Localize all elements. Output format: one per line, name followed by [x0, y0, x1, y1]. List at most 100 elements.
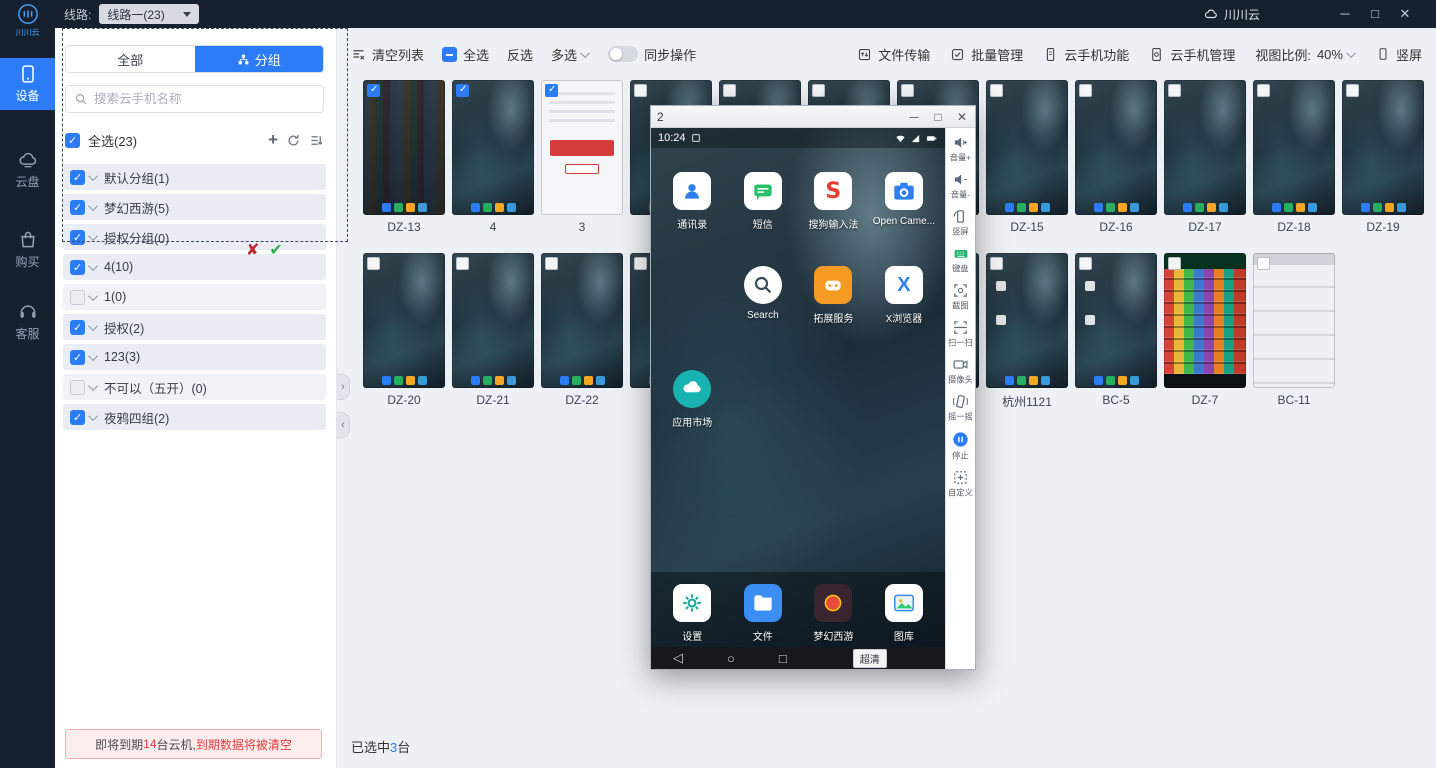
group-checkbox[interactable]	[70, 290, 85, 305]
phone-checkbox[interactable]	[634, 84, 647, 97]
phone-checkbox[interactable]	[634, 257, 647, 270]
phone-checkbox[interactable]	[990, 84, 1003, 97]
group-row[interactable]: 1(0)	[63, 284, 326, 310]
nav-home-button[interactable]: ○	[727, 651, 735, 666]
phone-checkbox[interactable]	[990, 257, 1003, 270]
group-checkbox[interactable]	[70, 410, 85, 425]
phone-cell[interactable]: DZ-21	[452, 253, 534, 408]
group-checkbox[interactable]	[70, 380, 85, 395]
multi-select-button[interactable]: 多选	[551, 45, 590, 64]
phone-cell[interactable]: DZ-18	[1253, 80, 1335, 235]
dock-settings[interactable]: 设置	[657, 584, 728, 643]
phone-cell[interactable]: DZ-17	[1164, 80, 1246, 235]
phone-checkbox[interactable]	[1257, 257, 1270, 270]
remote-maximize-button[interactable]: □	[931, 110, 945, 124]
file-transfer-button[interactable]: 文件传输	[857, 45, 930, 64]
phone-functions-button[interactable]: 云手机功能	[1043, 45, 1129, 64]
group-row[interactable]: 夜鸦四组(2)	[63, 404, 326, 430]
phone-checkbox[interactable]	[1079, 257, 1092, 270]
app-x-browser[interactable]: X X浏览器	[869, 266, 940, 325]
phone-cell[interactable]: DZ-19	[1342, 80, 1424, 235]
phone-checkbox[interactable]	[1168, 257, 1181, 270]
group-checkbox[interactable]	[70, 350, 85, 365]
phone-cell[interactable]: DZ-22	[541, 253, 623, 408]
tool-rotate-portrait[interactable]: 竖屏	[946, 208, 975, 238]
sidebar-item-support[interactable]: 客服	[0, 296, 55, 348]
panel-collapse-handle[interactable]: ‹	[337, 412, 350, 438]
quality-badge[interactable]: 超清	[853, 649, 887, 668]
phone-checkbox[interactable]	[1079, 84, 1092, 97]
group-row[interactable]: 不可以（五开）(0)	[63, 374, 326, 400]
tool-screenshot[interactable]: 截图	[946, 282, 975, 312]
selection-confirm-button[interactable]: ✔	[269, 242, 282, 260]
phone-checkbox[interactable]	[723, 84, 736, 97]
dock-menghuan-game[interactable]: 梦幻西游	[798, 584, 869, 643]
phone-checkbox[interactable]	[367, 257, 380, 270]
minimize-button[interactable]: ─	[1330, 0, 1360, 28]
maximize-button[interactable]: □	[1360, 0, 1390, 28]
phone-cell[interactable]: DZ-15	[986, 80, 1068, 235]
sidebar-item-purchase[interactable]: 购买	[0, 224, 55, 276]
phone-manage-button[interactable]: 云手机管理	[1149, 45, 1235, 64]
tool-scan[interactable]: 扫一扫	[946, 319, 975, 349]
tool-volume-up[interactable]: 音量+	[946, 134, 975, 164]
app-search[interactable]: Search	[728, 266, 799, 325]
chevron-down-icon[interactable]	[88, 321, 98, 331]
phone-checkbox[interactable]	[812, 84, 825, 97]
chevron-down-icon[interactable]	[88, 261, 98, 271]
phone-cell[interactable]: BC-5	[1075, 253, 1157, 408]
dock-gallery[interactable]: 图库	[869, 584, 940, 643]
clear-list-button[interactable]: 清空列表	[351, 45, 424, 64]
phone-checkbox[interactable]	[901, 84, 914, 97]
sidebar-item-devices[interactable]: 设备	[0, 58, 55, 110]
phone-cell[interactable]: DZ-13	[363, 80, 445, 235]
sync-operation[interactable]: 同步操作	[608, 45, 696, 64]
phone-cell[interactable]: DZ-16	[1075, 80, 1157, 235]
tool-stop[interactable]: 停止	[946, 430, 975, 462]
app-market[interactable]: 应用市场	[657, 370, 728, 429]
app-extended-services[interactable]: 拓展服务	[798, 266, 869, 325]
select-all-toolbar-checkbox[interactable]	[442, 47, 457, 62]
invert-select-button[interactable]: 反选	[507, 45, 533, 64]
phone-cell[interactable]: BC-11	[1253, 253, 1335, 408]
app-contacts[interactable]: 通讯录	[657, 172, 728, 231]
group-checkbox[interactable]	[70, 320, 85, 335]
android-screen[interactable]: 10:24 通讯录 短信 S 搜狗输	[651, 128, 945, 669]
phone-checkbox[interactable]	[367, 84, 380, 97]
nav-back-button[interactable]: ◁	[673, 650, 683, 666]
nav-recents-button[interactable]: □	[779, 651, 787, 666]
tool-keyboard[interactable]: 键盘	[946, 245, 975, 275]
remote-minimize-button[interactable]: ─	[907, 110, 921, 124]
panel-expand-handle[interactable]: ›	[337, 374, 350, 400]
remote-titlebar[interactable]: 2 ─ □ ✕	[651, 106, 975, 128]
tool-shake[interactable]: 摇一摇	[946, 393, 975, 423]
chevron-down-icon[interactable]	[88, 351, 98, 361]
phone-checkbox[interactable]	[1168, 84, 1181, 97]
phone-checkbox[interactable]	[1257, 84, 1270, 97]
phone-checkbox[interactable]	[545, 257, 558, 270]
group-checkbox[interactable]	[70, 260, 85, 275]
selection-cancel-button[interactable]: ✘	[246, 242, 259, 260]
chevron-down-icon[interactable]	[88, 381, 98, 391]
select-all-toolbar[interactable]: 全选	[442, 45, 489, 64]
batch-manage-button[interactable]: 批量管理	[950, 45, 1023, 64]
view-ratio-select[interactable]: 视图比例: 40%	[1255, 45, 1356, 64]
sync-toggle[interactable]	[608, 46, 638, 62]
tool-volume-down[interactable]: 音量-	[946, 171, 975, 201]
phone-cell[interactable]: DZ-7	[1164, 253, 1246, 408]
app-open-camera[interactable]: Open Came...	[869, 172, 940, 231]
phone-checkbox[interactable]	[456, 257, 469, 270]
selection-rectangle[interactable]	[62, 28, 348, 242]
chevron-down-icon[interactable]	[88, 411, 98, 421]
phone-cell[interactable]: DZ-20	[363, 253, 445, 408]
group-row[interactable]: 123(3)	[63, 344, 326, 370]
phone-cell[interactable]: 4	[452, 80, 534, 235]
line-select[interactable]: 线路一(23)	[99, 4, 199, 24]
sidebar-item-cloud-disk[interactable]: 云盘	[0, 144, 55, 196]
tool-camera[interactable]: 摄像头	[946, 356, 975, 386]
remote-close-button[interactable]: ✕	[955, 110, 969, 124]
app-sms[interactable]: 短信	[728, 172, 799, 231]
group-row[interactable]: 4(10)	[63, 254, 326, 280]
group-row[interactable]: 授权(2)	[63, 314, 326, 340]
portrait-button[interactable]: 竖屏	[1376, 45, 1422, 64]
